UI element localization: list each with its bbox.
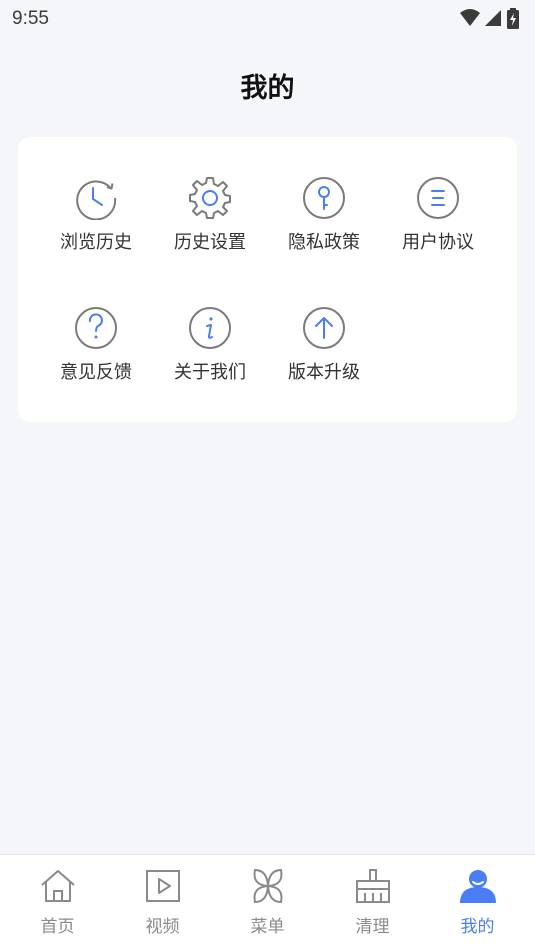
menu-item-label: 用户协议 (402, 232, 474, 253)
menu-item-label: 版本升级 (288, 362, 360, 383)
battery-charging-icon (507, 8, 519, 29)
broom-clean-icon (356, 869, 390, 903)
menu-item-label: 浏览历史 (60, 232, 132, 253)
user-profile-icon (460, 870, 496, 903)
bottom-tab-bar: 首页 视频 菜单 清理 我的 (0, 854, 535, 951)
menu-item-history-settings[interactable]: 历史设置 (153, 176, 267, 276)
menu-item-label: 历史设置 (174, 232, 246, 253)
menu-item-label: 关于我们 (174, 362, 246, 383)
home-icon (41, 870, 75, 902)
tab-label: 首页 (40, 917, 75, 937)
tab-home[interactable]: 首页 (4, 855, 111, 951)
history-clock-icon (76, 180, 117, 220)
status-time: 9:55 (12, 8, 49, 29)
menu-petal-icon (253, 868, 283, 904)
settings-gear-icon (189, 177, 231, 219)
tab-label: 菜单 (250, 917, 285, 937)
agreement-list-icon (417, 177, 459, 219)
menu-item-user-agreement[interactable]: 用户协议 (381, 176, 495, 276)
feedback-question-icon (75, 307, 117, 349)
tab-mine[interactable]: 我的 (424, 855, 531, 951)
menu-item-version-upgrade[interactable]: 版本升级 (267, 306, 381, 406)
menu-item-about-us[interactable]: 关于我们 (153, 306, 267, 406)
upgrade-arrow-icon (303, 307, 345, 349)
tab-clean[interactable]: 清理 (319, 855, 426, 951)
tab-video[interactable]: 视频 (109, 855, 216, 951)
wifi-icon (460, 9, 480, 26)
status-bar: 9:55 (0, 0, 535, 38)
menu-card: 浏览历史 历史设置 隐私政策 用户协议 意见反馈 关于我们 版本升级 (18, 137, 517, 422)
about-info-icon (189, 307, 231, 349)
page-title: 我的 (240, 73, 295, 104)
privacy-key-icon (303, 177, 345, 219)
tab-label: 清理 (355, 917, 390, 937)
menu-item-label: 意见反馈 (60, 362, 132, 383)
menu-item-privacy-policy[interactable]: 隐私政策 (267, 176, 381, 276)
video-play-icon (146, 870, 180, 902)
menu-item-label: 隐私政策 (288, 232, 360, 253)
menu-item-feedback[interactable]: 意见反馈 (39, 306, 153, 406)
tab-menu[interactable]: 菜单 (214, 855, 321, 951)
menu-item-browse-history[interactable]: 浏览历史 (39, 176, 153, 276)
tab-label: 视频 (145, 917, 180, 937)
signal-icon (485, 10, 501, 26)
tab-label: 我的 (460, 917, 495, 937)
